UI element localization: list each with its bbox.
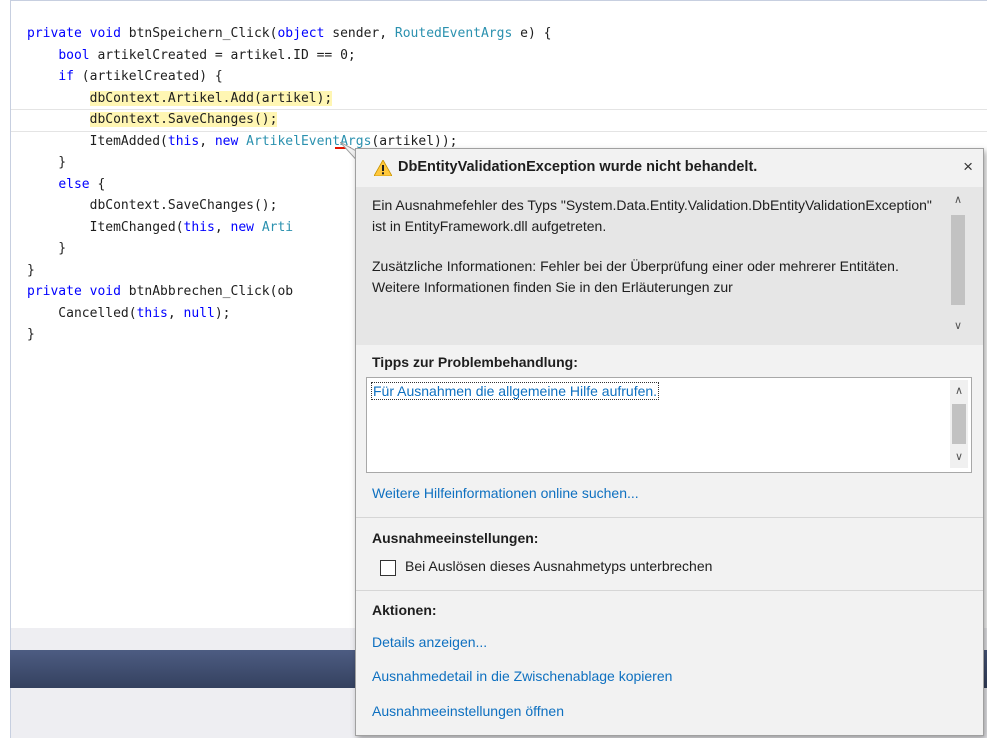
scroll-down-icon[interactable]: ∨ (949, 319, 967, 332)
actions-heading: Aktionen: (372, 602, 437, 618)
code-token: object (277, 26, 325, 41)
code-token: Arti (261, 219, 294, 235)
code-line[interactable]: if (artikelCreated) { (27, 66, 551, 88)
divider (356, 590, 983, 591)
online-help-link[interactable]: Weitere Hilfeinformationen online suchen… (372, 485, 639, 501)
code-line[interactable]: dbContext.Artikel.Add(artikel); (27, 88, 551, 110)
code-token: (artikel)); (371, 133, 458, 149)
code-token: e) { (512, 26, 552, 41)
code-token: } (27, 155, 67, 170)
settings-heading: Ausnahmeeinstellungen: (372, 530, 539, 546)
message-paragraph-info: Zusätzliche Informationen: Fehler bei de… (372, 258, 899, 295)
code-token: null (183, 305, 215, 321)
divider (356, 517, 983, 518)
code-line[interactable]: dbContext.SaveChanges(); (27, 109, 551, 131)
code-token: this (183, 219, 215, 235)
code-token: ItemAdded( (27, 133, 168, 149)
copy-details-link[interactable]: Ausnahmedetail in die Zwischenablage kop… (372, 668, 672, 684)
code-token: btnAbbrechen_Click(ob (128, 284, 294, 299)
scroll-up-icon[interactable]: ∧ (949, 193, 967, 206)
code-token: sender, (324, 26, 395, 41)
close-icon[interactable]: × (963, 157, 973, 177)
tips-heading: Tipps zur Problembehandlung: (372, 354, 578, 370)
code-token: Cancelled( (27, 305, 137, 321)
code-token: private void (27, 26, 129, 41)
message-scrollbar[interactable]: ∧ ∨ (949, 193, 967, 341)
warning-icon (374, 160, 392, 176)
code-token: new (214, 133, 239, 149)
exception-assistant-popup: DbEntityValidationException wurde nicht … (355, 148, 984, 736)
code-token: this (136, 305, 168, 321)
code-token: } (27, 327, 35, 342)
scroll-thumb[interactable] (951, 215, 965, 305)
code-token: this (167, 133, 200, 149)
code-token: { (89, 176, 106, 192)
exception-message-box[interactable]: Ein Ausnahmefehler des Typs "System.Data… (356, 187, 983, 345)
code-token: private void (27, 284, 129, 299)
code-token: bool (58, 47, 90, 63)
code-line[interactable]: bool artikelCreated = artikel.ID == 0; (27, 45, 551, 67)
view-details-link[interactable]: Details anzeigen... (372, 634, 487, 650)
code-token: artikelCreated = artikel.ID == 0; (89, 47, 356, 63)
break-on-exception-label[interactable]: Bei Auslösen dieses Ausnahmetyps unterbr… (405, 558, 712, 574)
popup-header: DbEntityValidationException wurde nicht … (356, 149, 983, 187)
tips-scroll-thumb[interactable] (952, 404, 966, 444)
tips-scroll-up-icon[interactable]: ∧ (950, 384, 968, 397)
code-token: RoutedEventArgs (394, 26, 513, 41)
code-token: if (58, 69, 74, 84)
break-on-exception-checkbox[interactable] (380, 560, 396, 576)
code-token: } (27, 262, 35, 278)
code-token: btnSpeichern_Click( (128, 26, 278, 41)
tips-scroll-down-icon[interactable]: ∨ (950, 450, 968, 463)
open-exception-settings-link[interactable]: Ausnahmeeinstellungen öffnen (372, 703, 564, 719)
message-paragraph-type: Ein Ausnahmefehler des Typs "System.Data… (372, 197, 932, 234)
popup-title: DbEntityValidationException wurde nicht … (398, 159, 758, 175)
code-token: else (58, 176, 90, 192)
code-token: } (27, 241, 67, 256)
code-token: dbContext.SaveChanges(); (27, 198, 278, 213)
code-token: dbContext.SaveChanges(); (89, 112, 278, 127)
code-line[interactable]: private void btnSpeichern_Click(object s… (27, 23, 551, 45)
code-token: new (230, 219, 254, 235)
exception-message: Ein Ausnahmefehler des Typs "System.Data… (372, 195, 942, 317)
code-token: , (167, 305, 184, 321)
tips-scrollbar[interactable]: ∧ ∨ (950, 380, 968, 468)
code-token: ItemChanged( (27, 219, 184, 235)
code-token: (artikelCreated) { (73, 69, 223, 84)
code-token: ); (214, 305, 231, 321)
code-token: , (199, 133, 215, 149)
tips-list: Für Ausnahmen die allgemeine Hilfe aufru… (366, 377, 972, 473)
general-help-link[interactable]: Für Ausnahmen die allgemeine Hilfe aufru… (371, 382, 660, 400)
code-token: , (214, 219, 231, 235)
code-token: dbContext.Artikel.Add(artikel); (89, 90, 333, 106)
